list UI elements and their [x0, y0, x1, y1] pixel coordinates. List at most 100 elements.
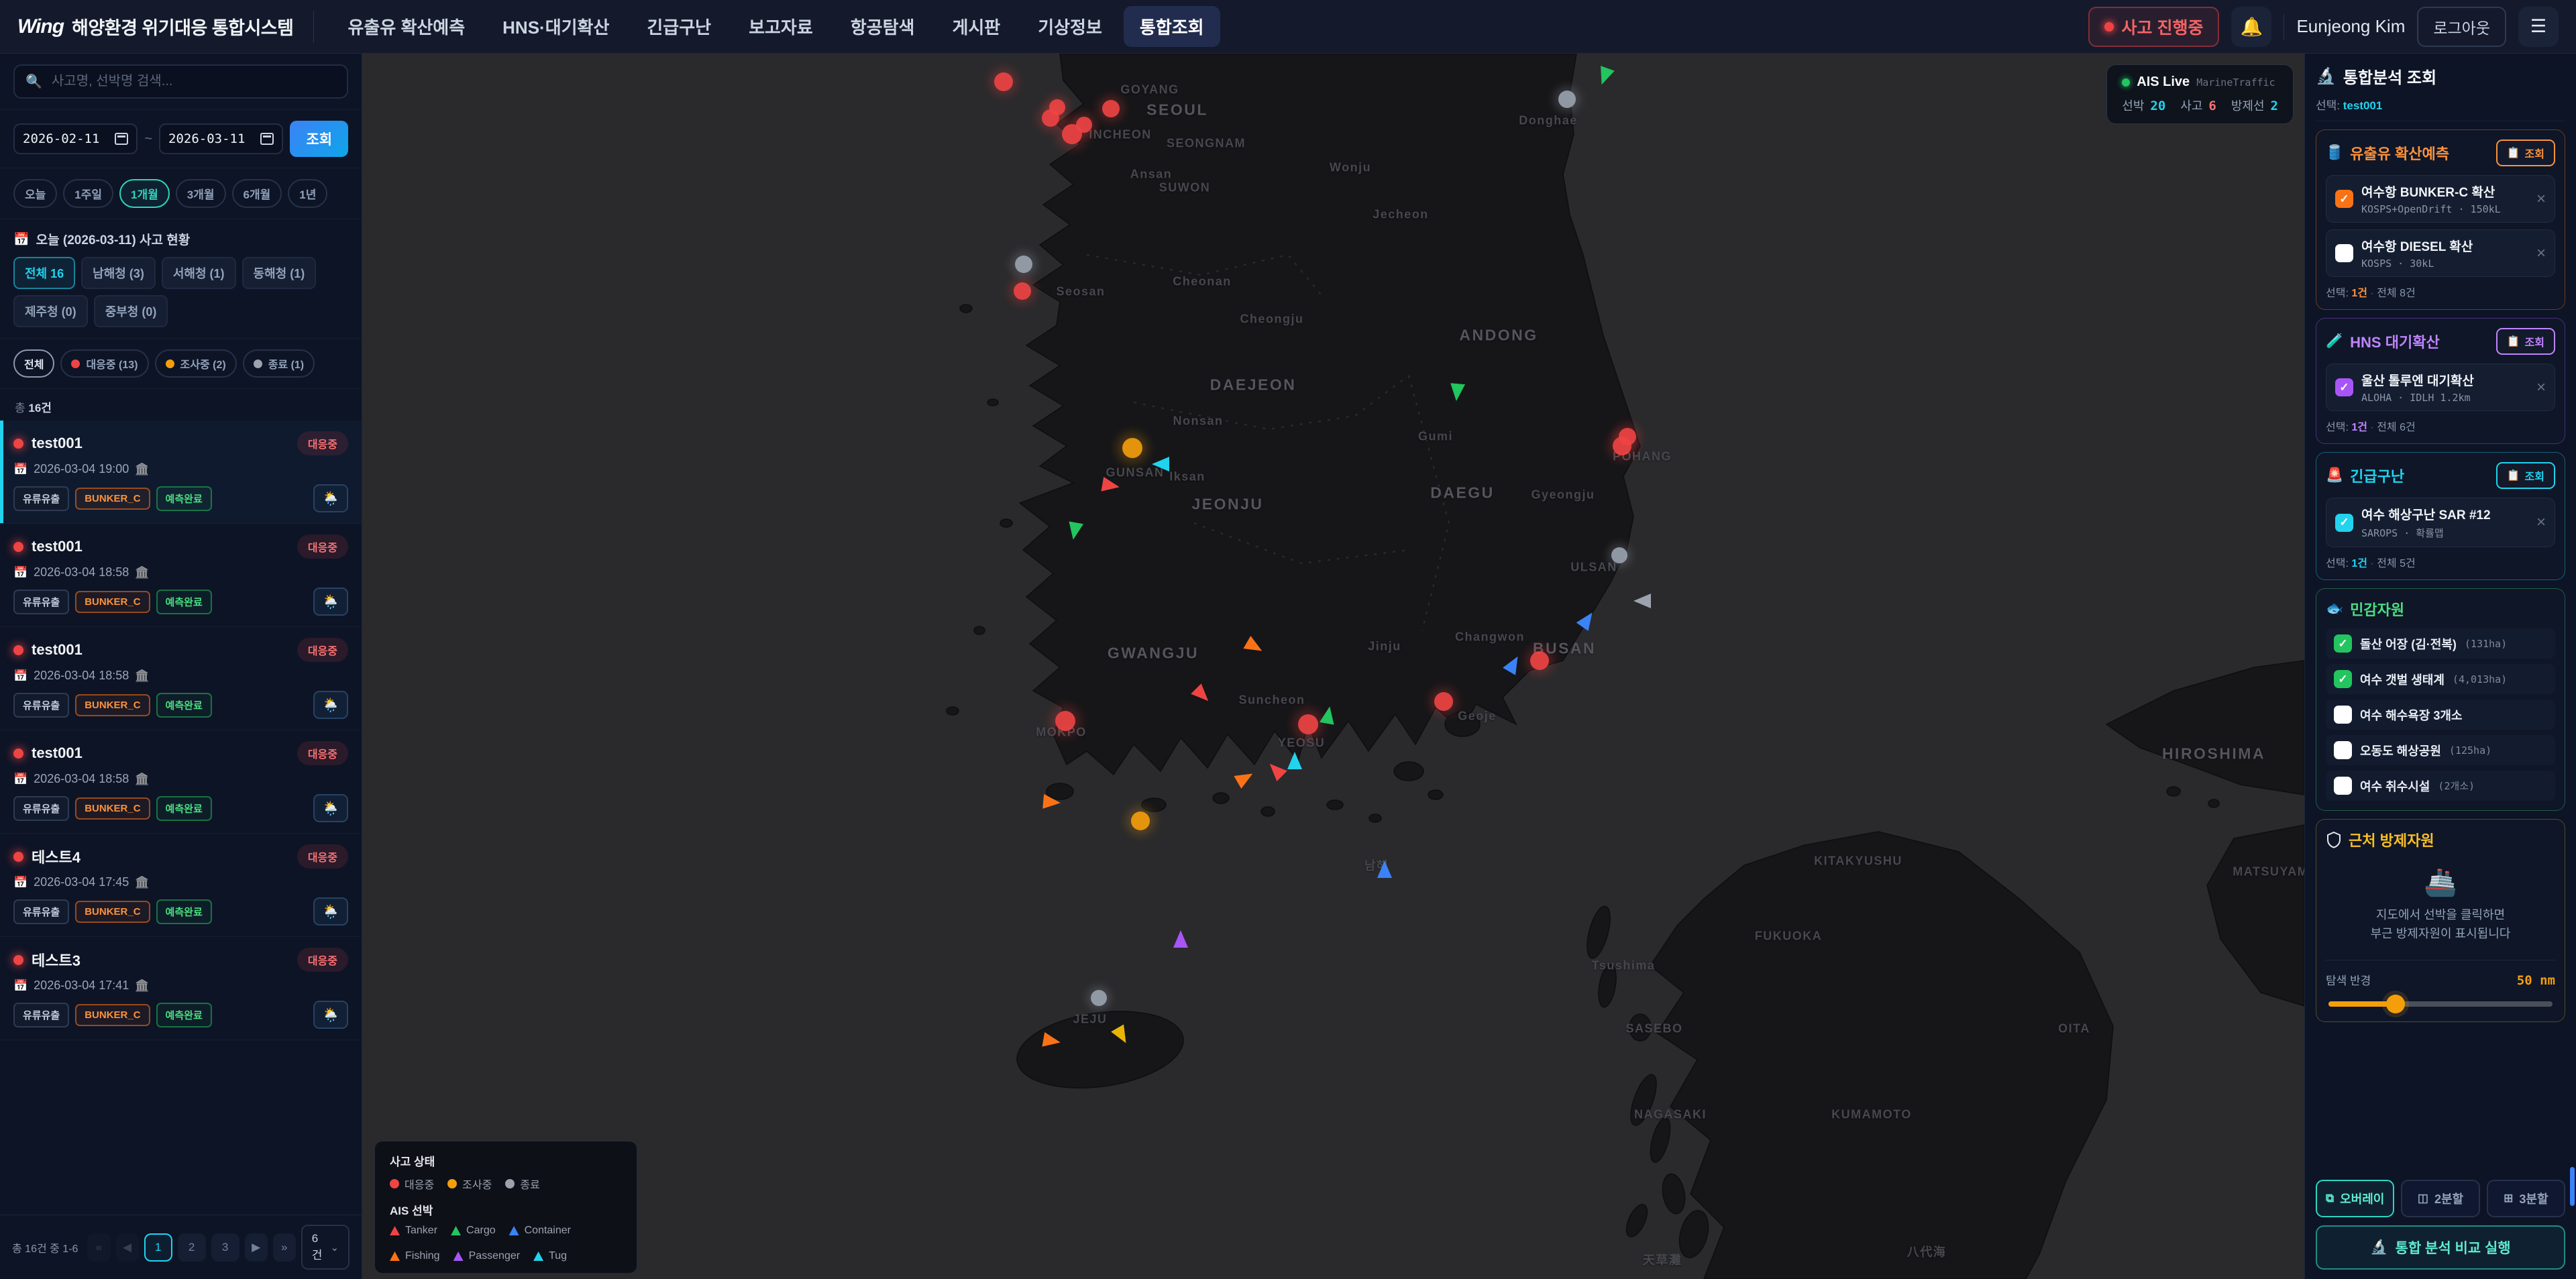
- resource-checkbox[interactable]: [2334, 706, 2352, 724]
- incident-marker[interactable]: [1014, 282, 1031, 300]
- resource-row[interactable]: ✓ 여수 갯벌 생태계 (4,013ha): [2326, 664, 2555, 694]
- date-to-input[interactable]: 2026-03-11: [159, 123, 283, 154]
- incident-card[interactable]: 테스트4 대응중 📅2026-03-04 17:45 🏛️ 유류유출BUNKER…: [0, 834, 362, 937]
- section-query-button[interactable]: 📋조회: [2496, 462, 2555, 489]
- search-input[interactable]: [50, 73, 336, 90]
- close-icon[interactable]: ×: [2536, 514, 2546, 531]
- view-mode-button-2[interactable]: ⊞3분할: [2487, 1180, 2565, 1217]
- resource-row[interactable]: 오동도 해상공원 (125ha): [2326, 735, 2555, 765]
- next-page-button[interactable]: ▶: [245, 1233, 268, 1262]
- incident-marker[interactable]: [1131, 812, 1150, 830]
- view-mode-button-0[interactable]: ⧉오버레이: [2316, 1180, 2394, 1217]
- date-query-button[interactable]: 조회: [290, 121, 348, 157]
- item-checkbox[interactable]: [2335, 244, 2353, 262]
- menu-button[interactable]: ☰: [2518, 7, 2559, 47]
- radius-slider[interactable]: [2328, 1001, 2553, 1007]
- close-icon[interactable]: ×: [2536, 380, 2546, 396]
- resource-checkbox[interactable]: [2334, 741, 2352, 759]
- incident-card[interactable]: test001 대응중 📅2026-03-04 19:00 🏛️ 유류유출BUN…: [0, 421, 362, 524]
- first-page-button[interactable]: «: [87, 1233, 110, 1262]
- weather-button[interactable]: 🌦️: [313, 484, 348, 512]
- date-from-input[interactable]: 2026-02-11: [13, 123, 138, 154]
- nav-item-1[interactable]: HNS·대기확산: [486, 6, 625, 47]
- page-button-2[interactable]: 2: [178, 1233, 206, 1262]
- nav-item-7[interactable]: 통합조회: [1124, 6, 1220, 47]
- range-chip-4[interactable]: 6개월: [232, 179, 282, 208]
- item-checkbox[interactable]: ✓: [2335, 378, 2353, 396]
- resource-checkbox[interactable]: [2334, 777, 2352, 795]
- close-icon[interactable]: ×: [2536, 245, 2546, 262]
- incident-card[interactable]: test001 대응중 📅2026-03-04 18:58 🏛️ 유류유출BUN…: [0, 627, 362, 730]
- close-icon[interactable]: ×: [2536, 191, 2546, 207]
- analysis-item[interactable]: ✓ 울산 톨루엔 대기확산 ALOHA · IDLH 1.2km ×: [2326, 364, 2555, 411]
- analysis-item[interactable]: ✓ 여수 해상구난 SAR #12 SAROPS · 확률맵 ×: [2326, 498, 2555, 547]
- incident-card[interactable]: test001 대응중 📅2026-03-04 18:58 🏛️ 유류유출BUN…: [0, 524, 362, 627]
- nav-item-2[interactable]: 긴급구난: [631, 6, 727, 47]
- region-chip-0[interactable]: 전체 16: [13, 257, 75, 289]
- item-checkbox[interactable]: ✓: [2335, 514, 2353, 532]
- prev-page-button[interactable]: ◀: [116, 1233, 139, 1262]
- logout-button[interactable]: 로그아웃: [2417, 7, 2506, 47]
- region-chip-3[interactable]: 동해청 (1): [242, 257, 317, 289]
- region-chip-2[interactable]: 서해청 (1): [162, 257, 236, 289]
- incident-marker[interactable]: [1530, 651, 1549, 670]
- search-box[interactable]: 🔍: [13, 64, 348, 99]
- range-chip-3[interactable]: 3개월: [176, 179, 226, 208]
- incident-marker[interactable]: [1055, 711, 1075, 731]
- weather-button[interactable]: 🌦️: [313, 588, 348, 616]
- status-chip-0[interactable]: 전체: [13, 349, 54, 378]
- item-checkbox[interactable]: ✓: [2335, 190, 2353, 208]
- page-button-1[interactable]: 1: [144, 1233, 172, 1262]
- status-chip-3[interactable]: 종료 (1): [243, 349, 315, 378]
- range-chip-5[interactable]: 1년: [288, 179, 327, 208]
- section-query-button[interactable]: 📋조회: [2496, 328, 2555, 355]
- range-chip-2[interactable]: 1개월: [119, 179, 170, 208]
- analysis-item[interactable]: ✓ 여수항 BUNKER-C 확산 KOSPS+OpenDrift · 150k…: [2326, 175, 2555, 223]
- incident-marker[interactable]: [1102, 100, 1120, 117]
- view-mode-button-1[interactable]: ◫2분할: [2401, 1180, 2479, 1217]
- nav-item-5[interactable]: 게시판: [936, 6, 1016, 47]
- incident-marker[interactable]: [994, 72, 1013, 91]
- resource-row[interactable]: 여수 해수욕장 3개소: [2326, 700, 2555, 730]
- resource-row[interactable]: ✓ 돌산 어장 (김·전복) (131ha): [2326, 628, 2555, 659]
- incident-marker[interactable]: [1076, 117, 1092, 133]
- nav-item-3[interactable]: 보고자료: [733, 6, 829, 47]
- weather-button[interactable]: 🌦️: [313, 691, 348, 719]
- page-size-select[interactable]: 6건 ⌄: [301, 1225, 350, 1270]
- weather-button[interactable]: 🌦️: [313, 794, 348, 822]
- incident-card[interactable]: test001 대응중 📅2026-03-04 18:58 🏛️ 유류유출BUN…: [0, 730, 362, 834]
- last-page-button[interactable]: »: [273, 1233, 296, 1262]
- range-chip-1[interactable]: 1주일: [63, 179, 113, 208]
- region-chip-5[interactable]: 중부청 (0): [94, 295, 168, 327]
- weather-button[interactable]: 🌦️: [313, 897, 348, 926]
- notifications-button[interactable]: 🔔: [2231, 7, 2271, 47]
- nav-item-4[interactable]: 항공탐색: [835, 6, 931, 47]
- incident-marker[interactable]: [1122, 438, 1142, 458]
- region-chip-1[interactable]: 남해청 (3): [81, 257, 156, 289]
- nav-item-0[interactable]: 유출유 확산예측: [331, 6, 481, 47]
- scrollbar-thumb[interactable]: [2570, 1167, 2575, 1206]
- weather-button[interactable]: 🌦️: [313, 1001, 348, 1029]
- status-chip-1[interactable]: 대응중 (13): [60, 349, 148, 378]
- incident-marker[interactable]: [1558, 91, 1576, 108]
- resource-checkbox[interactable]: ✓: [2334, 634, 2352, 653]
- incident-marker[interactable]: [1613, 437, 1631, 455]
- slider-thumb[interactable]: [2386, 995, 2405, 1013]
- incident-marker[interactable]: [1611, 547, 1627, 563]
- incident-marker[interactable]: [1015, 256, 1032, 273]
- incident-marker[interactable]: [1298, 714, 1318, 734]
- incident-marker[interactable]: [1049, 99, 1065, 115]
- region-chip-4[interactable]: 제주청 (0): [13, 295, 88, 327]
- status-chip-2[interactable]: 조사중 (2): [155, 349, 237, 378]
- incident-marker[interactable]: [1091, 990, 1107, 1006]
- nav-item-6[interactable]: 기상정보: [1022, 6, 1118, 47]
- resource-checkbox[interactable]: ✓: [2334, 670, 2352, 688]
- resource-row[interactable]: 여수 취수시설 (2개소): [2326, 771, 2555, 801]
- section-query-button[interactable]: 📋조회: [2496, 140, 2555, 166]
- run-analysis-button[interactable]: 🔬 통합 분석 비교 실행: [2316, 1225, 2565, 1270]
- map-canvas[interactable]: GOYANGSEOULINCHEONSEONGNAMAnsanSUWONWonj…: [362, 54, 2304, 1279]
- analysis-item[interactable]: 여수항 DIESEL 확산 KOSPS · 30kL ×: [2326, 229, 2555, 277]
- incident-card[interactable]: 테스트3 대응중 📅2026-03-04 17:41 🏛️ 유류유출BUNKER…: [0, 937, 362, 1040]
- page-button-3[interactable]: 3: [211, 1233, 239, 1262]
- range-chip-0[interactable]: 오늘: [13, 179, 57, 208]
